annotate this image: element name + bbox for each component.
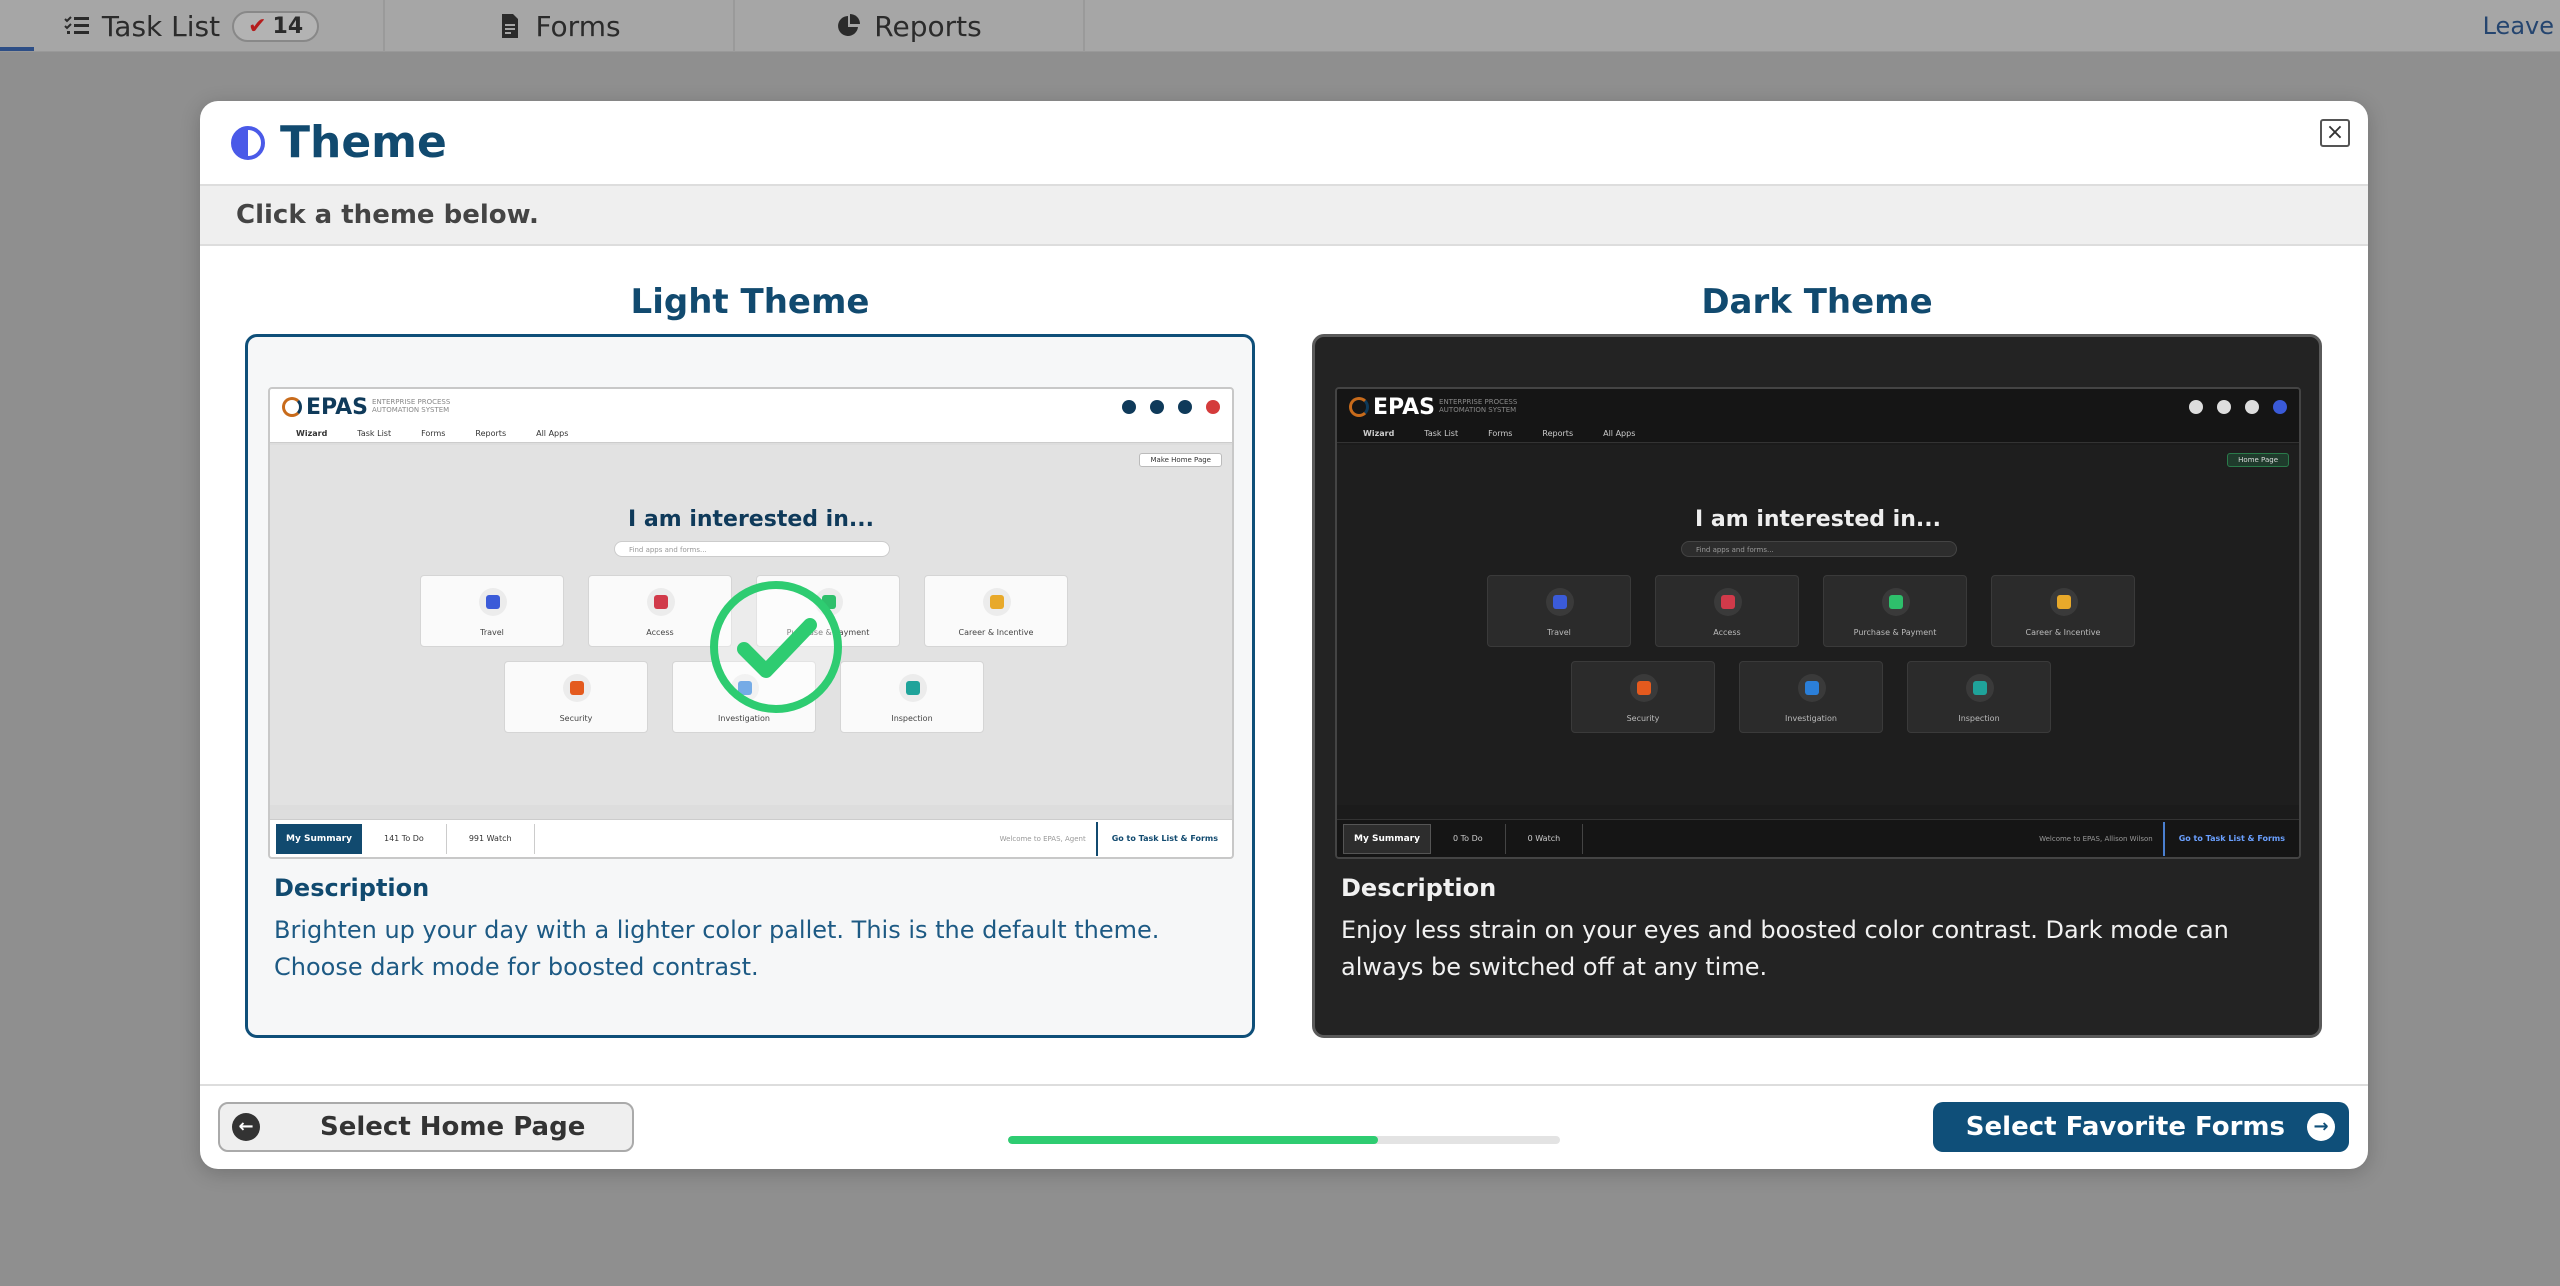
tab-reports[interactable]: Reports [735, 0, 1085, 52]
tab-forms-label: Forms [535, 9, 621, 43]
logo-subtitle: ENTERPRISE PROCESS AUTOMATION SYSTEM [372, 398, 451, 414]
preview-header-icons [1122, 400, 1232, 414]
tile-security: Security [504, 661, 648, 733]
tab-forms[interactable]: Forms [385, 0, 735, 52]
bell-icon [1150, 400, 1164, 414]
epas-logo: EPAS [282, 395, 368, 420]
tile-access: Access [1655, 575, 1799, 647]
description-heading: Description [274, 874, 430, 902]
logo-subtitle: ENTERPRISE PROCESS AUTOMATION SYSTEM [1439, 398, 1518, 414]
preview-search: Find apps and forms... [1681, 541, 1957, 557]
arrow-left-circle-icon: ← [232, 1113, 260, 1141]
form-icon [497, 13, 523, 39]
home-page-button: Home Page [2227, 453, 2289, 467]
selected-check-icon [710, 581, 842, 713]
tab-task-list-label: Task List [101, 9, 221, 43]
light-theme-title: Light Theme [630, 282, 870, 322]
description-heading: Description [1341, 874, 1497, 902]
progress-fill [1008, 1136, 1378, 1144]
pie-chart-icon [836, 13, 862, 39]
tile-career: Career & Incentive [924, 575, 1068, 647]
help-icon [2245, 400, 2259, 414]
active-tab-indicator [0, 47, 34, 51]
profile-icon [1206, 400, 1220, 414]
tab-reports-label: Reports [874, 9, 982, 43]
profile-icon [2273, 400, 2287, 414]
modal-footer: ← Select Home Page Select Favorite Forms… [200, 1084, 2368, 1169]
star-icon [2189, 400, 2203, 414]
preview-footer: My Summary 141 To Do 991 Watch Welcome t… [270, 819, 1232, 857]
preview-headline: I am interested in... [1695, 507, 1941, 532]
wizard-progress-bar [1008, 1136, 1560, 1144]
light-theme-card[interactable]: EPAS ENTERPRISE PROCESS AUTOMATION SYSTE… [245, 334, 1255, 1038]
theme-modal: Theme × Click a theme below. Light Theme… [200, 101, 2368, 1169]
modal-header: Theme [200, 101, 2368, 186]
tab-task-list[interactable]: Task List ✔ 14 [0, 0, 385, 52]
light-theme-description: Description Brighten up your day with a … [274, 874, 1226, 986]
arrow-right-circle-icon: → [2307, 1113, 2335, 1141]
dark-theme-preview: EPAS ENTERPRISE PROCESS AUTOMATION SYSTE… [1335, 387, 2301, 859]
modal-title: Theme [280, 117, 447, 168]
contrast-icon [231, 125, 265, 160]
dark-theme-title: Dark Theme [1701, 282, 1933, 322]
tile-security: Security [1571, 661, 1715, 733]
preview-header-icons [2189, 400, 2299, 414]
preview-search: Find apps and forms... [614, 541, 890, 557]
preview-tabs: Wizard Task List Forms Reports All Apps [1337, 425, 2299, 443]
light-theme-preview: EPAS ENTERPRISE PROCESS AUTOMATION SYSTE… [268, 387, 1234, 859]
tile-travel: Travel [1487, 575, 1631, 647]
tile-travel: Travel [420, 575, 564, 647]
preview-footer: My Summary 0 To Do 0 Watch Welcome to EP… [1337, 819, 2299, 857]
dark-theme-option: Dark Theme EPAS ENTERPRISE PROCESS AUTOM… [1312, 276, 2322, 1038]
preview-body: Home Page I am interested in... Find app… [1337, 445, 2299, 805]
task-count-badge: ✔ 14 [232, 10, 320, 42]
description-text: Brighten up your day with a lighter colo… [274, 916, 1160, 981]
select-favorite-forms-button[interactable]: Select Favorite Forms → [1933, 1102, 2349, 1152]
theme-options: Light Theme EPAS ENTERPRISE PROCESS AUTO… [200, 276, 2368, 1136]
tile-purchase: Purchase & Payment [1823, 575, 1967, 647]
double-check-icon: ✔ [248, 13, 267, 39]
tile-inspection: Inspection [1907, 661, 2051, 733]
close-button[interactable]: × [2320, 119, 2350, 147]
tile-investigation: Investigation [1739, 661, 1883, 733]
modal-subtitle: Click a theme below. [200, 186, 2368, 246]
description-text: Enjoy less strain on your eyes and boost… [1341, 916, 2229, 981]
tile-inspection: Inspection [840, 661, 984, 733]
preview-headline: I am interested in... [628, 507, 874, 532]
light-theme-option: Light Theme EPAS ENTERPRISE PROCESS AUTO… [245, 276, 1255, 1038]
dark-theme-description: Description Enjoy less strain on your ey… [1341, 874, 2293, 986]
preview-tabs: Wizard Task List Forms Reports All Apps [270, 425, 1232, 443]
star-icon [1122, 400, 1136, 414]
tile-career: Career & Incentive [1991, 575, 2135, 647]
task-list-icon [64, 13, 90, 39]
bell-icon [2217, 400, 2231, 414]
make-home-page-button: Make Home Page [1139, 453, 1222, 467]
top-nav: Task List ✔ 14 Forms Reports Leave [0, 0, 2560, 52]
preview-header: EPAS ENTERPRISE PROCESS AUTOMATION SYSTE… [1337, 389, 2299, 425]
preview-header: EPAS ENTERPRISE PROCESS AUTOMATION SYSTE… [270, 389, 1232, 425]
epas-logo: EPAS [1349, 395, 1435, 420]
select-home-page-button[interactable]: ← Select Home Page [218, 1102, 634, 1152]
leave-feedback-link[interactable]: Leave [2483, 12, 2554, 40]
dark-theme-card[interactable]: EPAS ENTERPRISE PROCESS AUTOMATION SYSTE… [1312, 334, 2322, 1038]
help-icon [1178, 400, 1192, 414]
